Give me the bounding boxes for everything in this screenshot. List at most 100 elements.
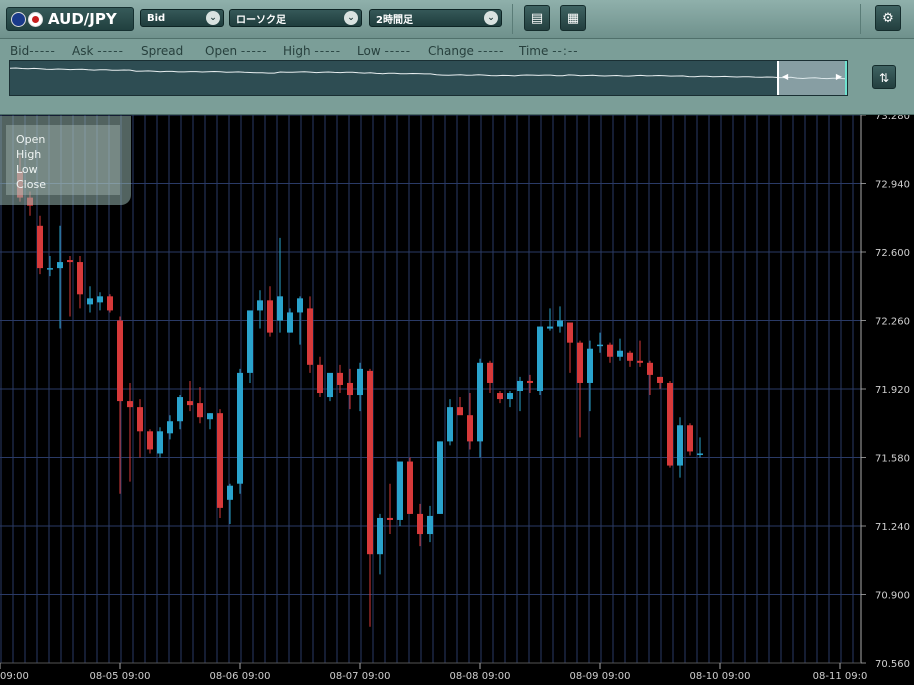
chart-window-button[interactable]: ▤	[524, 5, 550, 31]
quote-change: Change -----	[428, 44, 505, 58]
range-navigator[interactable]: ◀ ▶	[9, 60, 848, 96]
currency-pair-selector[interactable]: AUD/JPY	[6, 7, 134, 31]
candle-body	[87, 298, 93, 305]
australia-flag-icon	[11, 11, 26, 27]
candle-body	[77, 262, 83, 295]
range-selection-window[interactable]: ◀ ▶	[777, 61, 847, 95]
settings-gear-icon: ⚙	[882, 11, 894, 26]
candle-body	[377, 517, 383, 555]
quote-ask: Ask -----	[72, 44, 124, 58]
candle-body	[107, 296, 113, 311]
candle-body	[67, 260, 73, 263]
candle-body	[637, 360, 643, 363]
y-tick-label: 72.940	[875, 180, 910, 191]
candle-body	[137, 407, 143, 432]
price-type-dropdown[interactable]: Bid ⌄	[140, 9, 224, 27]
candle-body	[197, 403, 203, 418]
candle-body	[287, 312, 293, 333]
candle-body	[617, 350, 623, 357]
candle-body	[177, 397, 183, 422]
range-left-handle-icon[interactable]: ◀	[782, 72, 788, 81]
candle-body	[677, 425, 683, 466]
quote-high: High -----	[283, 44, 342, 58]
candle-body	[277, 296, 283, 321]
candle-body	[387, 517, 393, 520]
candle-body	[227, 485, 233, 500]
candle-body	[267, 300, 273, 333]
candlestick-chart[interactable]: 73.280 72.940 72.600 72.260 71.920 71.580 71.2…	[0, 115, 914, 685]
candle-body	[477, 362, 483, 442]
candle-body	[697, 453, 703, 455]
y-tick-label: 70.900	[875, 591, 910, 602]
candle-body	[657, 376, 663, 383]
candle-body	[47, 268, 53, 270]
x-tick-label: 08-10 09:00	[689, 671, 750, 682]
quote-time: Time --:--	[519, 44, 579, 58]
x-axis: 09:00 08-05 09:00 08-06 09:00 08-07 09:00 08…	[0, 662, 868, 682]
y-tick-label: 70.560	[875, 659, 910, 670]
candle-body	[37, 225, 43, 269]
navigator-sparkline	[10, 67, 846, 80]
y-tick-label: 73.280	[875, 115, 910, 122]
toolbar-divider	[860, 4, 861, 34]
candle-body	[487, 362, 493, 383]
candle-body	[187, 401, 193, 406]
y-axis: 73.280 72.940 72.600 72.260 71.920 71.580 71.2…	[860, 115, 910, 670]
ohlc-high-label: High	[16, 148, 42, 161]
price-type-value: Bid	[147, 12, 166, 24]
x-tick-label: 08-06 09:00	[209, 671, 270, 682]
x-tick-label: 08-09 09:00	[569, 671, 630, 682]
range-right-handle-icon[interactable]: ▶	[836, 72, 842, 81]
timeframe-dropdown[interactable]: 2時間足 ⌄	[369, 9, 502, 27]
candle-body	[207, 413, 213, 420]
candle-body	[337, 372, 343, 385]
settings-button[interactable]: ⚙	[875, 5, 901, 31]
candle-body	[517, 380, 523, 392]
y-tick-label: 71.240	[875, 522, 910, 533]
candle-body	[167, 421, 173, 434]
x-tick-label: 08-07 09:00	[329, 671, 390, 682]
chevron-down-icon: ⌄	[206, 11, 220, 25]
candle-body	[577, 342, 583, 383]
quote-bar: Bid----- Ask ----- Spread Open ----- Hig…	[0, 39, 914, 115]
candle-body	[147, 431, 153, 450]
candle-body	[157, 431, 163, 454]
chart-window-icon: ▤	[530, 11, 544, 26]
candle-body	[627, 352, 633, 361]
candle-body	[317, 364, 323, 394]
layout-icon: ▦	[566, 11, 580, 26]
candle-body	[367, 370, 373, 555]
candle-body	[467, 415, 473, 442]
candle-body	[307, 308, 313, 365]
candle-body	[537, 326, 543, 392]
candle-body	[217, 413, 223, 508]
candle-body	[297, 298, 303, 313]
candle-body	[527, 380, 533, 383]
candle-body	[407, 461, 413, 514]
candle-body	[127, 401, 133, 408]
chevron-down-icon: ⌄	[484, 11, 498, 25]
timeframe-value: 2時間足	[376, 14, 413, 26]
candle-body	[457, 407, 463, 416]
ohlc-open-label: Open	[16, 133, 46, 146]
chevron-down-icon: ⌄	[344, 11, 358, 25]
candle-body	[447, 407, 453, 442]
layout-button[interactable]: ▦	[560, 5, 586, 31]
candle-body	[247, 310, 253, 373]
candle-body	[507, 393, 513, 400]
y-tick-label: 72.260	[875, 317, 910, 328]
toolbar: AUD/JPY Bid ⌄ ローソク足 ⌄ 2時間足 ⌄ ▤ ▦ ⚙	[0, 0, 914, 39]
x-tick-label: 08-11 09:0	[813, 671, 868, 682]
candle-body	[97, 296, 103, 303]
candle-body	[237, 372, 243, 484]
toolbar-divider	[512, 4, 513, 34]
quote-spread: Spread	[141, 44, 184, 58]
candle-body	[597, 344, 603, 347]
quote-open: Open -----	[205, 44, 268, 58]
chart-type-dropdown[interactable]: ローソク足 ⌄	[229, 9, 362, 27]
candle-body	[607, 344, 613, 357]
candle-body	[57, 262, 63, 269]
zoom-toggle-button[interactable]: ⇅	[872, 65, 896, 89]
candle-body	[257, 300, 263, 311]
y-tick-label: 71.580	[875, 454, 910, 465]
